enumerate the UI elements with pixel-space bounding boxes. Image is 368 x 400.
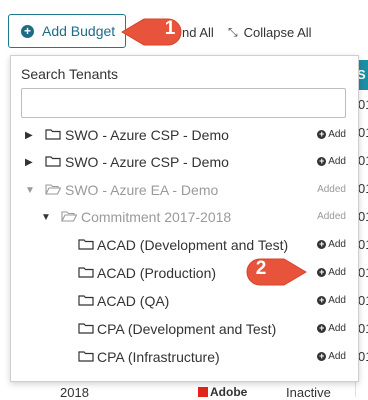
subscription-item-label: ACAD (Development and Test): [97, 237, 289, 253]
folder-icon: [78, 351, 94, 362]
folder-icon: [78, 295, 94, 306]
collapse-all-button[interactable]: ⤡ Collapse All: [228, 25, 312, 40]
collapse-all-label: Collapse All: [243, 25, 312, 40]
add-label: Add: [328, 156, 346, 167]
added-status: Added: [317, 184, 346, 195]
caret-down-icon[interactable]: ▼: [25, 185, 35, 196]
add-label: Add: [328, 129, 346, 140]
commitment-item[interactable]: ▼ Commitment 2017-2018 Added: [11, 206, 358, 232]
caret-right-icon[interactable]: ▶: [25, 130, 33, 141]
plus-circle-icon: +: [317, 323, 327, 333]
table-cell: 01: [358, 97, 368, 112]
plus-circle-icon: +: [21, 24, 34, 38]
tenant-item[interactable]: ▼ SWO - Azure EA - Demo Added: [11, 179, 358, 205]
table-cell: 01: [358, 321, 368, 336]
folder-icon: [45, 156, 61, 167]
table-cell: 01: [358, 209, 368, 224]
plus-circle-icon: +: [317, 129, 327, 139]
plus-circle-icon: +: [317, 267, 327, 277]
plus-circle-icon: +: [317, 156, 327, 166]
collapse-arrows-icon: ⤡: [228, 25, 238, 39]
table-row: 2018 Adobe Inactive: [0, 385, 368, 400]
subscription-item[interactable]: CPA (Development and Test) + Add: [11, 318, 358, 344]
plus-circle-icon: +: [317, 239, 327, 249]
plus-circle-icon: +: [317, 295, 327, 305]
table-cell: 01: [358, 181, 368, 196]
added-status: Added: [317, 211, 346, 222]
adobe-logo-icon: [198, 387, 208, 397]
tenant-item-label: SWO - Azure EA - Demo: [65, 182, 219, 198]
tenant-dropdown: Search Tenants ▶ SWO - Azure CSP - Demo …: [10, 55, 359, 382]
folder-icon: [78, 323, 94, 334]
plus-circle-icon: +: [317, 351, 327, 361]
add-budget-label: Add Budget: [42, 23, 116, 39]
folder-open-icon: [45, 184, 61, 195]
table-cell-status: Inactive: [286, 385, 331, 400]
table-cell: 01: [358, 237, 368, 252]
caret-right-icon[interactable]: ▶: [25, 157, 33, 168]
folder-icon: [78, 239, 94, 250]
subscription-item[interactable]: ACAD (QA) + Add: [11, 290, 358, 316]
add-budget-button[interactable]: + Add Budget: [8, 14, 126, 48]
add-label: Add: [328, 295, 346, 306]
subscription-item-label: ACAD (Production): [97, 265, 217, 281]
add-label: Add: [328, 323, 346, 334]
add-tenant-button[interactable]: + Add: [317, 156, 346, 167]
table-cell: 01: [358, 125, 368, 140]
add-subscription-button[interactable]: + Add: [317, 351, 346, 362]
add-label: Add: [328, 351, 346, 362]
subscription-item-label: CPA (Infrastructure): [97, 349, 220, 365]
subscription-item[interactable]: CPA (Infrastructure) + Add: [11, 346, 358, 372]
table-cell: 01: [358, 153, 368, 168]
table-cell: 01: [358, 349, 368, 364]
add-subscription-button[interactable]: + Add: [317, 239, 346, 250]
tenant-item-label: SWO - Azure CSP - Demo: [65, 127, 229, 143]
tenant-item[interactable]: ▶ SWO - Azure CSP - Demo + Add: [11, 151, 358, 177]
table-cell: 01: [358, 265, 368, 280]
folder-open-icon: [61, 211, 77, 222]
add-tenant-button[interactable]: + Add: [317, 129, 346, 140]
table-cell: 01: [358, 293, 368, 308]
callout-step-1: 1: [164, 18, 176, 39]
commitment-item-label: Commitment 2017-2018: [81, 209, 232, 225]
add-label: Add: [328, 267, 346, 278]
add-subscription-button[interactable]: + Add: [317, 323, 346, 334]
tenant-item-label: SWO - Azure CSP - Demo: [65, 154, 229, 170]
subscription-item-label: ACAD (QA): [97, 293, 170, 309]
add-label: Add: [328, 239, 346, 250]
search-tenants-label: Search Tenants: [21, 66, 119, 82]
folder-icon: [45, 129, 61, 140]
table-cell-year: 2018: [60, 385, 89, 400]
caret-down-icon[interactable]: ▼: [41, 212, 51, 223]
subscription-item-label: CPA (Development and Test): [97, 321, 277, 337]
add-subscription-button[interactable]: + Add: [317, 267, 346, 278]
callout-step-2: 2: [255, 258, 267, 279]
tenant-item[interactable]: ▶ SWO - Azure CSP - Demo + Add: [11, 124, 358, 150]
add-subscription-button[interactable]: + Add: [317, 295, 346, 306]
folder-icon: [78, 267, 94, 278]
search-tenants-input[interactable]: [21, 88, 346, 118]
